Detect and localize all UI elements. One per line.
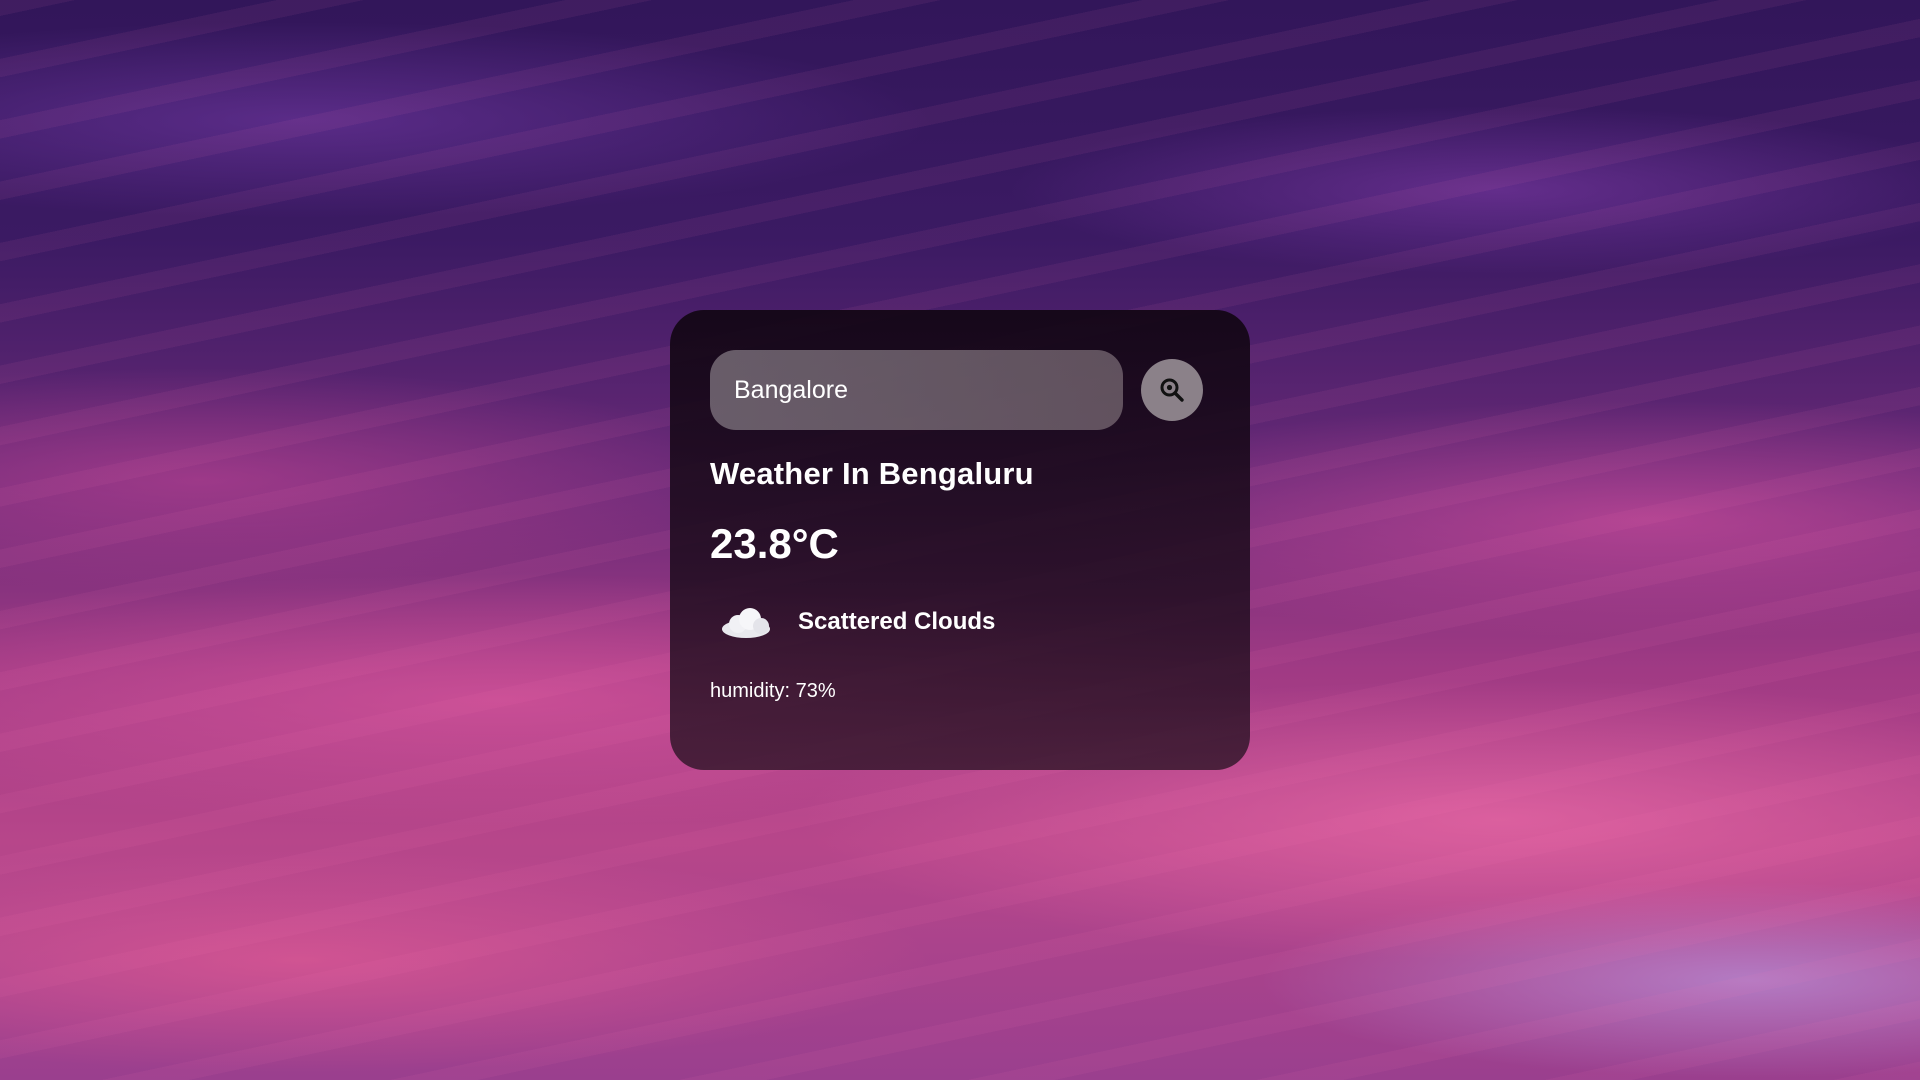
- search-input[interactable]: [710, 350, 1123, 430]
- search-button[interactable]: [1141, 359, 1203, 421]
- temperature: 23.8°C: [710, 520, 839, 567]
- search-icon: [1160, 378, 1184, 402]
- cloud-icon: [722, 608, 770, 638]
- weather-card: Weather In Bengaluru 23.8°C Scattered Cl…: [670, 310, 1250, 770]
- condition-row: Scattered Clouds: [710, 602, 1210, 642]
- humidity-text: humidity: 73%: [710, 680, 836, 702]
- weather-description: Scattered Clouds: [798, 608, 996, 635]
- city-title: Weather In Bengaluru: [710, 456, 1034, 491]
- search-bar: [710, 350, 1210, 430]
